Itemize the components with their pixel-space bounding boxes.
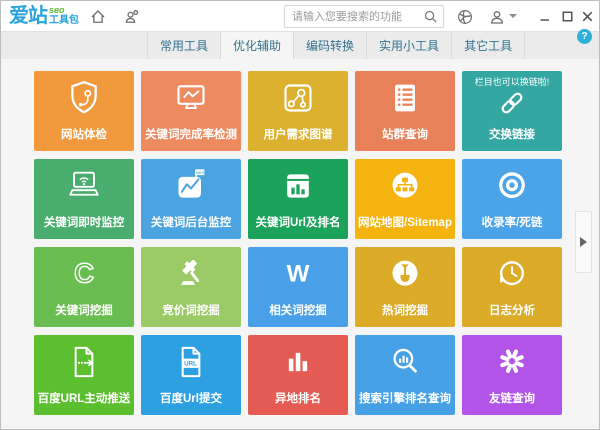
gavel-icon	[141, 254, 241, 294]
tile-shield-health[interactable]: 网站体检	[34, 71, 134, 151]
tool-grid: 网站体检关键词完成率检测用户需求图谱站群查询栏目也可以换链啦!交换链接关键词即时…	[34, 71, 562, 415]
tab-other-tools[interactable]: 其它工具	[452, 32, 525, 60]
sitemap-circle-icon	[355, 166, 455, 206]
tab-utilities[interactable]: 实用小工具	[367, 32, 452, 60]
shield-health-icon	[34, 78, 134, 118]
site-list-icon	[355, 78, 455, 118]
maximize-icon[interactable]	[559, 8, 576, 25]
logo-seo-text: seo	[49, 5, 79, 15]
globe-icon[interactable]	[456, 8, 474, 26]
tile-chart-flag[interactable]: KEY 关键词后台监控	[141, 159, 241, 239]
home-icon[interactable]	[89, 8, 107, 26]
title-bar: 爱站 seo 工具包	[1, 1, 599, 31]
doc-url-icon: URL	[141, 342, 241, 382]
tab-bar: 常用工具 优化辅助 编码转换 实用小工具 其它工具 ?	[1, 31, 599, 59]
logo-sub-text: 工具包	[49, 15, 79, 26]
svg-text:URL: URL	[184, 361, 197, 368]
tile-label: 百度Url提交	[141, 390, 241, 406]
tile-label: 网站地图/Sitemap	[355, 214, 455, 230]
tile-label: 关键词挖掘	[34, 302, 134, 318]
svg-text:KEY: KEY	[196, 171, 204, 175]
bars-icon	[248, 342, 348, 382]
tile-bar-chart-card[interactable]: 关键词Url及排名	[248, 159, 348, 239]
tile-doc-push[interactable]: 百度URL主动推送	[34, 335, 134, 415]
app-logo: 爱站 seo 工具包	[9, 4, 79, 28]
tile-label: 用户需求图谱	[248, 126, 348, 142]
chevron-right-icon	[580, 237, 587, 247]
tile-label: 日志分析	[462, 302, 562, 318]
app-window: 爱站 seo 工具包	[0, 0, 600, 430]
tile-letter-c[interactable]: C 关键词挖掘	[34, 247, 134, 327]
chart-flag-icon: KEY	[141, 166, 241, 206]
segmented-wheel-icon	[462, 342, 562, 382]
next-page-button[interactable]	[575, 211, 592, 273]
tile-letter-w[interactable]: W 相关词挖掘	[248, 247, 348, 327]
tile-label: 关键词Url及排名	[248, 214, 348, 230]
link-chain-icon	[462, 87, 562, 119]
minimize-icon[interactable]	[537, 8, 554, 25]
tile-monitor-trend[interactable]: 关键词完成率检测	[141, 71, 241, 151]
mindmap-icon	[248, 78, 348, 118]
contacts-icon[interactable]	[123, 8, 141, 26]
tab-encoding-convert[interactable]: 编码转换	[294, 32, 367, 60]
tile-mindmap[interactable]: 用户需求图谱	[248, 71, 348, 151]
function-search	[284, 5, 444, 28]
tab-optimization-assist[interactable]: 优化辅助	[221, 32, 294, 60]
letter-c-icon: C	[34, 254, 134, 294]
user-icon[interactable]	[488, 8, 506, 26]
doc-push-icon	[34, 342, 134, 382]
monitor-trend-icon	[141, 78, 241, 118]
tile-label: 收录率/死链	[462, 214, 562, 230]
tile-shovel-circle[interactable]: 热词挖掘	[355, 247, 455, 327]
tile-link-chain[interactable]: 栏目也可以换链啦!交换链接	[462, 71, 562, 151]
search-rank-icon	[355, 342, 455, 382]
tile-sitemap-circle[interactable]: 网站地图/Sitemap	[355, 159, 455, 239]
tile-search-rank[interactable]: 搜索引擎排名查询	[355, 335, 455, 415]
search-icon[interactable]	[423, 9, 438, 24]
tile-label: 关键词即时监控	[34, 214, 134, 230]
history-clock-icon	[462, 254, 562, 294]
letter-w-icon: W	[248, 254, 348, 294]
tile-doc-url[interactable]: URL 百度Url提交	[141, 335, 241, 415]
bar-chart-card-icon	[248, 166, 348, 206]
tab-common-tools[interactable]: 常用工具	[147, 32, 221, 60]
tile-history-clock[interactable]: 日志分析	[462, 247, 562, 327]
svg-text:C: C	[74, 257, 94, 288]
laptop-wifi-icon	[34, 166, 134, 206]
shovel-circle-icon	[355, 254, 455, 294]
close-icon[interactable]	[579, 8, 596, 25]
tile-laptop-wifi[interactable]: 关键词即时监控	[34, 159, 134, 239]
tile-label: 关键词后台监控	[141, 214, 241, 230]
caret-down-icon[interactable]	[509, 14, 517, 18]
tile-label: 网站体检	[34, 126, 134, 142]
help-icon[interactable]: ?	[577, 29, 592, 44]
svg-text:W: W	[287, 261, 310, 288]
tile-label: 友链查询	[462, 390, 562, 406]
logo-main-text: 爱站	[9, 4, 47, 28]
main-content: 网站体检关键词完成率检测用户需求图谱站群查询栏目也可以换链啦!交换链接关键词即时…	[1, 59, 599, 430]
tile-label: 关键词完成率检测	[141, 126, 241, 142]
tile-label: 交换链接	[462, 126, 562, 142]
tile-label: 热词挖掘	[355, 302, 455, 318]
tile-label: 竞价词挖掘	[141, 302, 241, 318]
tile-segmented-wheel[interactable]: 友链查询	[462, 335, 562, 415]
tile-label: 异地排名	[248, 390, 348, 406]
search-input[interactable]	[292, 6, 420, 27]
tile-bars[interactable]: 异地排名	[248, 335, 348, 415]
tile-label: 搜索引擎排名查询	[355, 390, 455, 406]
tile-gavel[interactable]: 竞价词挖掘	[141, 247, 241, 327]
target-circles-icon	[462, 166, 562, 206]
tile-label: 相关词挖掘	[248, 302, 348, 318]
tile-label: 站群查询	[355, 126, 455, 142]
tile-target-circles[interactable]: 收录率/死链	[462, 159, 562, 239]
tile-label: 百度URL主动推送	[34, 390, 134, 406]
tile-site-list[interactable]: 站群查询	[355, 71, 455, 151]
